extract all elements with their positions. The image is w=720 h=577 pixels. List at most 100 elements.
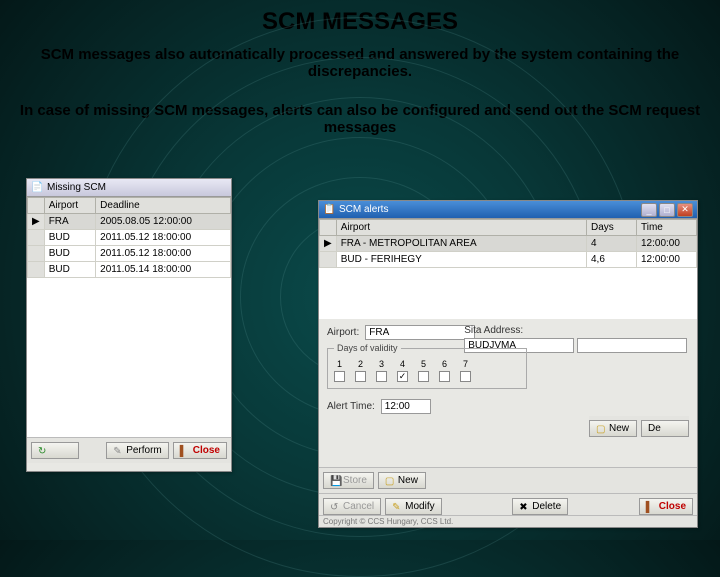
missing-scm-table: Airport Deadline ▶ FRA 2005.08.05 12:00:… — [27, 197, 231, 278]
window-title: Missing SCM — [47, 182, 106, 193]
maximize-icon: □ — [664, 205, 669, 215]
day-label: 4 — [400, 359, 405, 369]
cell-airport: FRA - METROPOLITAN AREA — [336, 236, 586, 252]
titlebar: 📄 Missing SCM — [27, 179, 231, 197]
day-checkbox-6[interactable] — [439, 371, 450, 382]
de-button[interactable]: De — [641, 420, 689, 437]
app-icon: 📋 — [323, 204, 335, 216]
day-checkbox-4[interactable]: ✓ — [397, 371, 408, 382]
col-pointer — [28, 198, 45, 214]
day-label: 2 — [358, 359, 363, 369]
close-icon: ✕ — [681, 204, 689, 215]
button-bar: 💾Store ▢New — [319, 467, 697, 493]
delete-label: Delete — [532, 501, 561, 512]
cancel-button[interactable]: ↺Cancel — [323, 498, 381, 515]
day-checkbox-7[interactable] — [460, 371, 471, 382]
days-legend: Days of validity — [334, 343, 401, 353]
day-label: 1 — [337, 359, 342, 369]
col-days[interactable]: Days — [587, 220, 637, 236]
grid-area: Airport Deadline ▶ FRA 2005.08.05 12:00:… — [27, 197, 231, 437]
row-pointer-icon: ▶ — [320, 236, 337, 252]
new-button-2[interactable]: ▢New — [378, 472, 426, 489]
day-label: 3 — [379, 359, 384, 369]
window-title: SCM alerts — [339, 204, 388, 215]
maximize-button[interactable]: □ — [659, 203, 675, 217]
cell-time: 12:00:00 — [637, 236, 697, 252]
minimize-icon: _ — [646, 205, 651, 215]
file-icon: ▢ — [596, 424, 606, 434]
cell-deadline: 2011.05.12 18:00:00 — [96, 246, 231, 262]
table-row[interactable]: BUD 2011.05.14 18:00:00 — [28, 262, 231, 278]
wand-icon: ✎ — [113, 446, 123, 456]
minimize-button[interactable]: _ — [641, 203, 657, 217]
day-col-4: 4✓ — [397, 359, 408, 382]
day-col-6: 6 — [439, 359, 450, 382]
table-row[interactable]: ▶ FRA 2005.08.05 12:00:00 — [28, 214, 231, 230]
door-icon: ▌ — [646, 502, 656, 512]
scm-alerts-window: 📋 SCM alerts _ □ ✕ Airport Days Time ▶ F… — [318, 200, 698, 528]
delete-button[interactable]: ✖Delete — [512, 498, 568, 515]
cancel-label: Cancel — [343, 501, 374, 512]
col-time[interactable]: Time — [637, 220, 697, 236]
close-label: Close — [659, 501, 686, 512]
store-label: Store — [343, 475, 367, 486]
day-label: 5 — [421, 359, 426, 369]
new-button[interactable]: ▢New — [589, 420, 637, 437]
cell-deadline: 2011.05.12 18:00:00 — [96, 230, 231, 246]
cancel-icon: ↺ — [330, 502, 340, 512]
airport-input[interactable] — [365, 325, 475, 340]
cell-days: 4 — [587, 236, 637, 252]
day-label: 7 — [463, 359, 468, 369]
day-label: 6 — [442, 359, 447, 369]
copyright: Copyright © CCS Hungary, CCS Ltd. — [319, 515, 697, 527]
pencil-icon: ✎ — [392, 502, 402, 512]
cell-airport: BUD — [44, 246, 95, 262]
cell-airport: FRA — [44, 214, 95, 230]
row-pointer-icon: ▶ — [28, 214, 45, 230]
day-col-7: 7 — [460, 359, 471, 382]
form-area: Airport: Sita Address: Days of validity … — [319, 319, 697, 467]
table-header: Airport Deadline — [28, 198, 231, 214]
table-row[interactable]: BUD - FERIHEGY 4,6 12:00:00 — [320, 252, 697, 268]
modify-button[interactable]: ✎Modify — [385, 498, 441, 515]
sita-label: Sita Address: — [464, 325, 687, 336]
table-header: Airport Days Time — [320, 220, 697, 236]
close-button[interactable]: ▌Close — [173, 442, 227, 459]
cell-deadline: 2011.05.14 18:00:00 — [96, 262, 231, 278]
scm-alerts-table: Airport Days Time ▶ FRA - METROPOLITAN A… — [319, 219, 697, 268]
close-button[interactable]: ▌Close — [639, 498, 693, 515]
day-col-2: 2 — [355, 359, 366, 382]
table-row[interactable]: BUD 2011.05.12 18:00:00 — [28, 246, 231, 262]
titlebar: 📋 SCM alerts _ □ ✕ — [319, 201, 697, 219]
new-label: New — [398, 475, 418, 486]
day-checkbox-1[interactable] — [334, 371, 345, 382]
cell-airport: BUD — [44, 230, 95, 246]
day-checkbox-3[interactable] — [376, 371, 387, 382]
cell-time: 12:00:00 — [637, 252, 697, 268]
disk-icon: 💾 — [330, 476, 340, 486]
perform-button[interactable]: ✎Perform — [106, 442, 169, 459]
close-label: Close — [193, 445, 220, 456]
days-fieldset: Days of validity 1234✓567 — [327, 348, 527, 389]
day-checkbox-2[interactable] — [355, 371, 366, 382]
cell-airport: BUD — [44, 262, 95, 278]
col-airport[interactable]: Airport — [336, 220, 586, 236]
airport-label: Airport: — [327, 327, 359, 338]
col-deadline[interactable]: Deadline — [96, 198, 231, 214]
cell-deadline: 2005.08.05 12:00:00 — [96, 214, 231, 230]
sita-input-2[interactable] — [577, 338, 687, 353]
close-window-button[interactable]: ✕ — [677, 203, 693, 217]
store-button[interactable]: 💾Store — [323, 472, 374, 489]
alert-time-input[interactable] — [381, 399, 431, 414]
missing-scm-window: 📄 Missing SCM Airport Deadline ▶ FRA 200… — [26, 178, 232, 472]
refresh-button[interactable]: ↻ — [31, 442, 79, 459]
table-row[interactable]: ▶ FRA - METROPOLITAN AREA 4 12:00:00 — [320, 236, 697, 252]
day-col-1: 1 — [334, 359, 345, 382]
col-airport[interactable]: Airport — [44, 198, 95, 214]
refresh-icon: ↻ — [38, 446, 48, 456]
button-bar: ↻ ✎Perform ▌Close — [27, 437, 231, 463]
cell-airport: BUD - FERIHEGY — [336, 252, 586, 268]
table-row[interactable]: BUD 2011.05.12 18:00:00 — [28, 230, 231, 246]
day-checkbox-5[interactable] — [418, 371, 429, 382]
grid-area: Airport Days Time ▶ FRA - METROPOLITAN A… — [319, 219, 697, 319]
